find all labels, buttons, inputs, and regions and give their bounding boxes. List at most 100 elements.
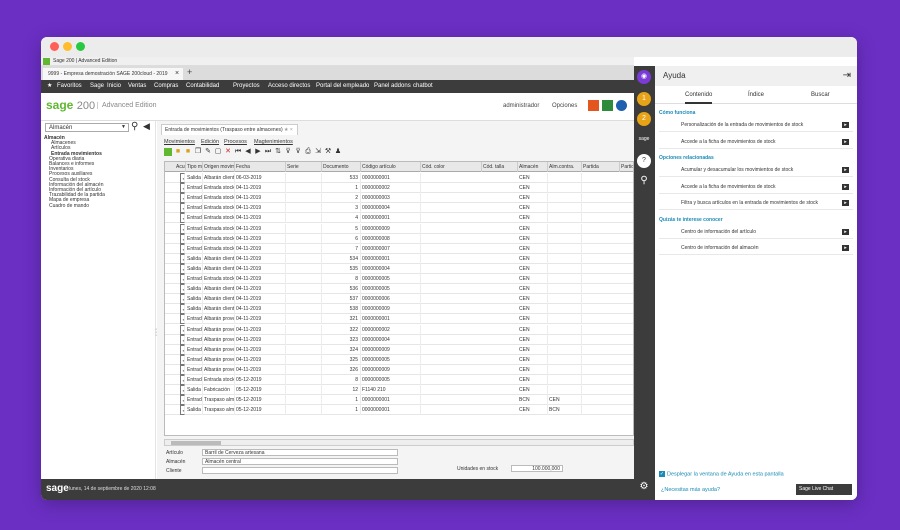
table-row[interactable]: ✓EntradaEntrada stock04-11-2019 400000000… [165, 213, 633, 224]
new-tab-icon[interactable]: + [187, 67, 192, 77]
table-row[interactable]: ✓EntradaEntrada stock04-11-2019 500000000… [165, 223, 633, 234]
sage-rail-icon[interactable]: sage [637, 132, 651, 146]
menu-proyectos[interactable]: Proyectos [233, 80, 260, 93]
grid-col-5[interactable]: Documento [322, 162, 361, 172]
new-icon[interactable]: ▢ [214, 148, 222, 156]
table-row[interactable]: ✓EntradaEntrada stock04-11-2019 100000000… [165, 183, 633, 194]
row-checkbox[interactable]: ✓ [180, 385, 185, 396]
play-icon[interactable]: ▸ [842, 245, 849, 251]
tools-icon[interactable]: ⚒ [324, 148, 332, 156]
grid-col-6[interactable]: Código artículo [361, 162, 421, 172]
row-checkbox[interactable]: ✓ [180, 314, 185, 325]
search-icon[interactable]: ⚲ [131, 121, 138, 132]
options-menu[interactable]: Opciones [552, 103, 577, 109]
table-row[interactable]: ✓EntradaAlbarán proveedor04-11-2019 32300… [165, 334, 633, 345]
maximize-dot[interactable] [76, 42, 85, 51]
row-checkbox[interactable]: ✓ [180, 364, 185, 375]
table-row[interactable]: ✓EntradaEntrada stock04-11-2019 800000000… [165, 274, 633, 285]
grid-col-3[interactable]: Fecha [235, 162, 286, 172]
row-checkbox[interactable]: ✓ [180, 243, 185, 254]
menu-ventas[interactable]: Ventas [128, 80, 146, 93]
menu-chatbot[interactable]: chatbot [413, 80, 433, 93]
grid-view-icon[interactable] [164, 148, 172, 156]
row-checkbox[interactable]: ✓ [180, 395, 185, 406]
grid-col-1[interactable]: Tipo mov. [186, 162, 203, 172]
menu-portal[interactable]: Portal del empleado [316, 80, 369, 93]
office-icon[interactable] [588, 100, 599, 111]
grid-col-4[interactable]: Serie [286, 162, 322, 172]
help-tab-contenido[interactable]: Contenido [685, 92, 713, 104]
submenu-movimientos[interactable]: Movimientos [164, 139, 195, 145]
play-icon[interactable]: ▸ [842, 138, 849, 145]
table-row[interactable]: ✓SalidaFabricación05-12-2019 12F1140 210 C… [165, 385, 633, 396]
folder-icon[interactable]: ■ [174, 148, 182, 156]
tab-close-icon[interactable]: × [175, 68, 179, 80]
filter-clear-icon[interactable]: ⊽ [294, 148, 302, 156]
help-icon[interactable]: ? [637, 154, 651, 168]
row-checkbox[interactable]: ✓ [180, 223, 185, 234]
menu-contabilidad[interactable]: Contabilidad [186, 80, 219, 93]
row-checkbox[interactable]: ✓ [180, 294, 185, 305]
row-checkbox[interactable]: ✓ [180, 253, 185, 264]
help-link-item[interactable]: Accede a la ficha de movimientos de stoc… [659, 181, 853, 194]
table-row[interactable]: ✓EntradaEntrada stock04-11-2019 600000000… [165, 233, 633, 244]
grid-col-10[interactable]: Alm.contra. [548, 162, 582, 172]
play-icon[interactable]: ▸ [842, 183, 849, 190]
table-row[interactable]: ✓EntradaAlbarán proveedor04-11-2019 32400… [165, 344, 633, 355]
menu-favoritos[interactable]: Favoritos [57, 80, 82, 93]
row-checkbox[interactable]: ✓ [180, 405, 185, 416]
grid-col-12[interactable]: Partida 2 [620, 162, 633, 172]
table-row[interactable]: ✓SalidaAlbarán cliente04-11-2019 53600000… [165, 284, 633, 295]
row-checkbox[interactable]: ✓ [180, 173, 185, 183]
grid-col-7[interactable]: Cód. color [421, 162, 482, 172]
minimize-dot[interactable] [63, 42, 72, 51]
table-row[interactable]: ✓EntradaEntrada stock05-12-2019 800000000… [165, 375, 633, 386]
help-link-item[interactable]: Accede a la ficha de movimientos de stoc… [659, 136, 853, 149]
submenu-edicion[interactable]: Edición [201, 139, 219, 145]
row-checkbox[interactable]: ✓ [180, 183, 185, 194]
settings-gear-icon[interactable]: ⚙ [637, 480, 651, 494]
edit-icon[interactable]: ✎ [204, 148, 212, 156]
menu-compras[interactable]: Compras [154, 80, 178, 93]
grid-col-11[interactable]: Partida [582, 162, 620, 172]
module-combo[interactable]: Almacén ▼ [45, 123, 129, 132]
folder-open-icon[interactable]: ■ [184, 148, 192, 156]
grid-col-0[interactable]: Acum. [175, 162, 186, 172]
export-icon[interactable]: ⇲ [314, 148, 322, 156]
table-row[interactable]: ✓EntradaAlbarán proveedor04-11-2019 32100… [165, 314, 633, 325]
star-icon[interactable]: ★ × [284, 127, 293, 133]
grid-col-8[interactable]: Cód. talla [482, 162, 518, 172]
table-row[interactable]: ✓EntradaAlbarán proveedor04-11-2019 32200… [165, 324, 633, 335]
play-icon[interactable]: ▸ [842, 167, 849, 173]
copy-icon[interactable]: ❐ [194, 148, 202, 156]
row-checkbox[interactable]: ✓ [180, 324, 185, 335]
user-icon[interactable]: ♟ [334, 148, 342, 156]
row-checkbox[interactable]: ✓ [180, 354, 185, 365]
prev-icon[interactable]: ◀ [244, 148, 252, 156]
play-icon[interactable]: ▸ [842, 122, 849, 128]
table-row[interactable]: ✓EntradaEntrada stock04-11-2019 200000000… [165, 193, 633, 204]
menu-addons[interactable]: Panel addons [374, 80, 411, 93]
help-link-item[interactable]: Acumular y desacumular los movimientos d… [659, 164, 853, 177]
print-icon[interactable]: ⎙ [304, 148, 312, 156]
table-row[interactable]: ✓EntradaAlbarán proveedor04-11-2019 32600… [165, 364, 633, 375]
delete-icon[interactable]: ✕ [224, 148, 232, 156]
search-rail-icon[interactable]: ⚲ [637, 174, 651, 188]
table-row[interactable]: ✓SalidaAlbarán cliente06-03-2019 53300000… [165, 173, 633, 184]
help-link-item[interactable]: Centro de información del artículo ▸ [659, 226, 853, 239]
tree-node-13[interactable]: Cuadro de mando [49, 203, 89, 209]
submenu-procesos[interactable]: Procesos [224, 139, 247, 145]
gear-icon[interactable] [616, 100, 627, 111]
row-checkbox[interactable]: ✓ [180, 263, 185, 274]
user-menu[interactable]: administrador [503, 103, 539, 109]
row-checkbox[interactable]: ✓ [180, 284, 185, 295]
grid-col-9[interactable]: Almacén [518, 162, 548, 172]
help-link-item[interactable]: Filtra y busca artículos en la entrada d… [659, 197, 853, 210]
table-row[interactable]: ✓SalidaTraspaso almacén05-12-2019 1000000… [165, 405, 633, 416]
browser-tab[interactable]: 9999 - Empresa demostración SAGE 200clou… [43, 68, 183, 80]
table-row[interactable]: ✓SalidaAlbarán cliente04-11-2019 53800000… [165, 304, 633, 315]
row-checkbox[interactable]: ✓ [180, 304, 185, 315]
sort-icon[interactable]: ⇅ [274, 148, 282, 156]
menu-sage[interactable]: Sage [90, 80, 104, 93]
row-checkbox[interactable]: ✓ [180, 233, 185, 244]
